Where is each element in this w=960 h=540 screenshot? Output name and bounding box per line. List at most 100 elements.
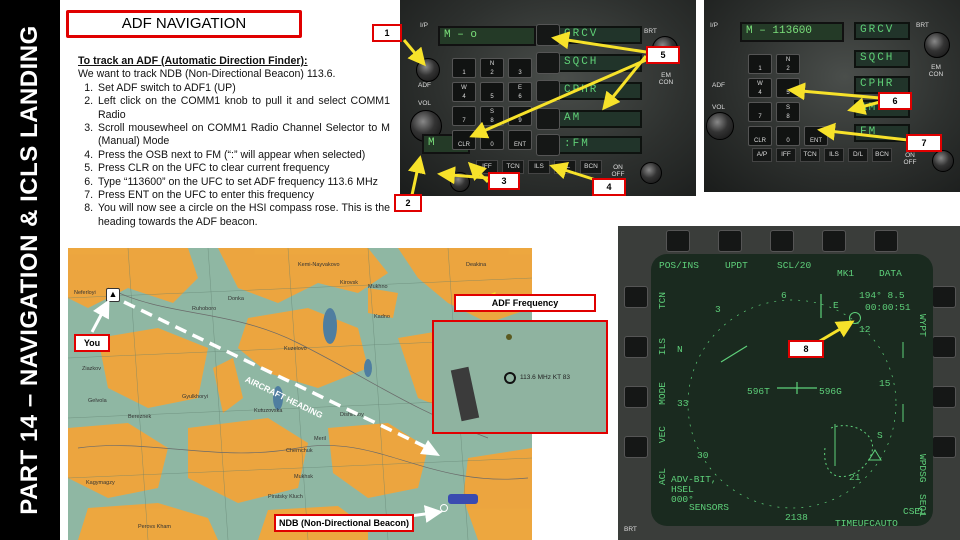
- compass-12: 12: [859, 324, 871, 335]
- aircraft-icon[interactable]: ▲: [106, 288, 120, 302]
- osb-top-5[interactable]: [874, 230, 898, 252]
- adf-label: ADF: [418, 82, 431, 89]
- dl-button[interactable]: D/L: [554, 160, 576, 174]
- compass-s: S: [877, 430, 883, 441]
- callout-6: 6: [878, 92, 912, 110]
- callout-5: 5: [646, 46, 680, 64]
- step-6: Type “113600” on the UFC to set ADF freq…: [96, 176, 390, 189]
- key-8[interactable]: S8: [480, 106, 504, 126]
- brt-label: BRT: [624, 526, 637, 533]
- key-4[interactable]: W4: [452, 82, 476, 102]
- comm2-knob[interactable]: [640, 162, 662, 184]
- hsi-timeufc: TIMEUFC: [835, 518, 875, 526]
- key-ent[interactable]: ENT: [804, 126, 828, 146]
- osb-right-2[interactable]: [932, 336, 956, 358]
- ils-button[interactable]: ILS: [528, 160, 550, 174]
- hsi-display-panel: BRT POS/INS UPDT SCL/20 MK1 DATA TCN ILS…: [618, 226, 960, 540]
- brt-label: BRT: [916, 22, 929, 29]
- osb-top-1[interactable]: [666, 230, 690, 252]
- compass-33: 33: [677, 398, 689, 409]
- comm1-volume-knob[interactable]: [450, 172, 470, 192]
- key-0[interactable]: 0: [776, 126, 800, 146]
- osb-left-1[interactable]: [624, 286, 648, 308]
- ufc-panel-left: I/P ADF VOL M – o M 1 N2 3 W4 5 E6 7 S8 …: [400, 0, 696, 196]
- key-7[interactable]: 7: [748, 102, 772, 122]
- osb-option-4[interactable]: [536, 108, 560, 130]
- adf-frequency-inset: 113.6 MHz KT 83: [432, 320, 608, 434]
- ndb-icon[interactable]: [448, 494, 478, 504]
- key-5[interactable]: 5: [480, 82, 504, 102]
- option-5-display: :FM: [558, 136, 642, 154]
- osb-option-3[interactable]: [536, 80, 560, 102]
- osb-right-4[interactable]: [932, 436, 956, 458]
- adf-frequency-label: ADF Frequency: [454, 294, 596, 312]
- bcn-button[interactable]: BCN: [872, 148, 892, 162]
- onoff-label: ON OFF: [903, 152, 917, 166]
- hsi-sensors: SENSORS: [689, 502, 729, 513]
- key-0[interactable]: 0: [480, 130, 504, 150]
- bcn-button[interactable]: BCN: [580, 160, 602, 174]
- osb-top-2[interactable]: [718, 230, 742, 252]
- step-8: You will now see a circle on the HSI com…: [96, 202, 390, 229]
- step-5: Press CLR on the UFC to clear current fr…: [96, 162, 390, 175]
- osb-left-4[interactable]: [624, 436, 648, 458]
- osb-right-1[interactable]: [932, 286, 956, 308]
- option-4-display: AM: [558, 110, 642, 128]
- key-9[interactable]: 9: [508, 106, 532, 126]
- compass-30: 30: [697, 450, 709, 461]
- instructions-heading: To track an ADF (Automatic Direction Fin…: [78, 55, 308, 67]
- adf-switch[interactable]: [416, 58, 440, 82]
- osb-top-4[interactable]: [822, 230, 846, 252]
- iff-button[interactable]: IFF: [776, 148, 796, 162]
- callout-3: 3: [488, 172, 520, 190]
- key-8[interactable]: S8: [776, 102, 800, 122]
- key-ent[interactable]: ENT: [508, 130, 532, 150]
- compass-6: 6: [781, 290, 787, 301]
- instructions-intro: We want to track NDB (Non-Directional Be…: [78, 68, 336, 81]
- ap-button[interactable]: A/P: [752, 148, 772, 162]
- ipv-label: I/P: [710, 22, 718, 29]
- osb-top-3[interactable]: [770, 230, 794, 252]
- key-1[interactable]: 1: [748, 54, 772, 74]
- osb-option-2[interactable]: [536, 52, 560, 74]
- instructions-steps: Set ADF switch to ADF1 (UP) Left click o…: [78, 82, 390, 229]
- beacon-icon: [504, 372, 516, 384]
- ils-button[interactable]: ILS: [824, 148, 844, 162]
- osb-option-5[interactable]: [536, 134, 560, 156]
- step-4: Press the OSB next to FM (“:” will appea…: [96, 149, 390, 162]
- key-1[interactable]: 1: [452, 58, 476, 78]
- comm1-knob[interactable]: [706, 112, 734, 140]
- ufc-scratchpad: M – 113600: [740, 22, 844, 42]
- osb-option-1[interactable]: [536, 24, 560, 46]
- key-7[interactable]: 7: [452, 106, 476, 126]
- key-2[interactable]: N2: [480, 58, 504, 78]
- osb-right-3[interactable]: [932, 386, 956, 408]
- osb-left-3[interactable]: [624, 386, 648, 408]
- option-3-display: CPHR: [558, 82, 642, 100]
- key-5[interactable]: 5: [776, 78, 800, 98]
- emcon-label: EM CON: [658, 72, 674, 86]
- tcn-button[interactable]: TCN: [800, 148, 820, 162]
- beacon-frequency-readout: 113.6 MHz KT 83: [520, 374, 570, 381]
- callout-2: 2: [394, 194, 422, 212]
- key-4[interactable]: W4: [748, 78, 772, 98]
- dl-button[interactable]: D/L: [848, 148, 868, 162]
- key-3[interactable]: 3: [508, 58, 532, 78]
- compass-3: 3: [715, 304, 721, 315]
- comm2-knob[interactable]: [932, 150, 954, 172]
- ndb-label: NDB (Non-Directional Beacon): [274, 514, 414, 532]
- option-1-display: GRCV: [854, 22, 910, 40]
- key-2[interactable]: N2: [776, 54, 800, 74]
- ufc-panel-right: I/P ADF VOL M – 113600 1 W4 7 CLR N2 5 S…: [704, 0, 960, 192]
- ndb-marker-icon: [440, 504, 448, 512]
- key-clr[interactable]: CLR: [452, 130, 476, 150]
- hsi-screen: POS/INS UPDT SCL/20 MK1 DATA TCN ILS MOD…: [651, 254, 933, 526]
- brt-label: BRT: [644, 28, 657, 35]
- vol-label: VOL: [712, 104, 726, 111]
- brt-knob[interactable]: [924, 32, 950, 58]
- key-6[interactable]: E6: [508, 82, 532, 102]
- ufc-scratchpad: M – o: [438, 26, 536, 46]
- key-clr[interactable]: CLR: [748, 126, 772, 146]
- osb-left-2[interactable]: [624, 336, 648, 358]
- option-2-display: SQCH: [558, 54, 642, 72]
